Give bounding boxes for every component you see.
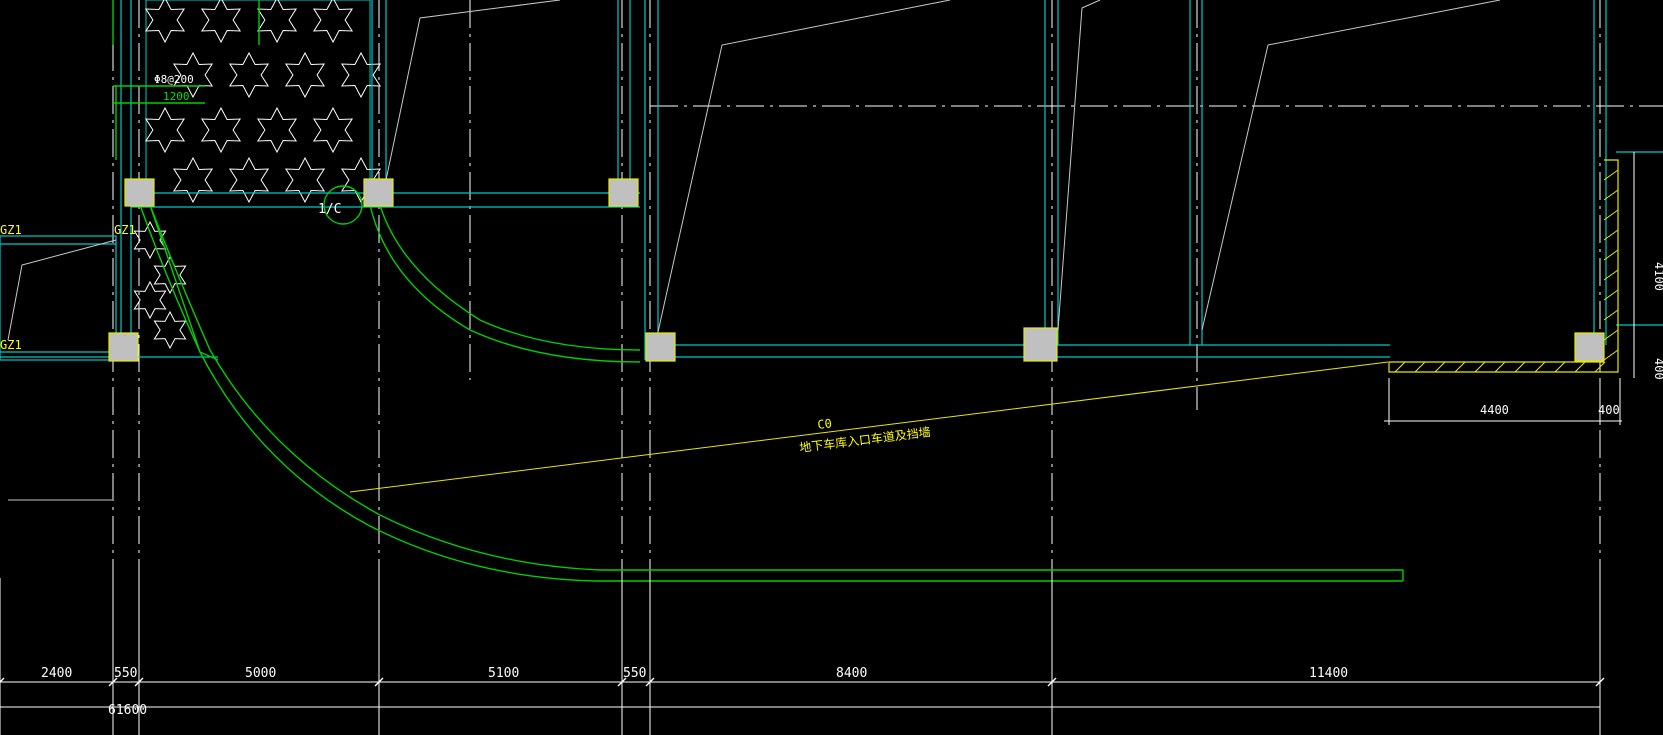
bottom-dim-label: 550 bbox=[623, 666, 646, 681]
bottom-dim-label: 550 bbox=[114, 666, 137, 681]
column-square bbox=[645, 332, 676, 362]
cad-drawing-canvas[interactable]: C0 地下车库入口车道及挡墙 1/C Φ8@200 1200 GZ1 GZ1 G… bbox=[0, 0, 1663, 735]
column-square bbox=[363, 178, 394, 207]
column-square bbox=[108, 332, 139, 362]
column-tag-label: GZ1 bbox=[0, 338, 22, 352]
drawing-background bbox=[0, 0, 1663, 735]
ramp-code-label: C0 bbox=[817, 416, 833, 432]
bottom-dim-label: 5000 bbox=[245, 666, 276, 681]
grid-marker-label: 1/C bbox=[318, 202, 341, 217]
total-dim-label: 61600 bbox=[108, 703, 147, 718]
dim-horizontal-label: 400 bbox=[1598, 403, 1620, 417]
column-square bbox=[608, 178, 639, 207]
bottom-dim-label: 11400 bbox=[1309, 666, 1348, 681]
rebar-spacing-label: 1200 bbox=[163, 90, 190, 103]
dim-vertical-label: 4100 bbox=[1652, 262, 1663, 291]
column-tag-label: GZ1 bbox=[114, 223, 136, 237]
column-tag-label: GZ1 bbox=[0, 223, 22, 237]
column-square bbox=[1574, 332, 1605, 362]
dim-vertical-label: 400 bbox=[1652, 358, 1663, 380]
bottom-dim-label: 5100 bbox=[488, 666, 519, 681]
column-square bbox=[1023, 327, 1058, 362]
bottom-dim-label: 8400 bbox=[836, 666, 867, 681]
rebar-note-label: Φ8@200 bbox=[154, 73, 194, 86]
bottom-dim-label: 2400 bbox=[41, 666, 72, 681]
column-square bbox=[124, 178, 155, 207]
dim-horizontal-label: 4400 bbox=[1480, 403, 1509, 417]
